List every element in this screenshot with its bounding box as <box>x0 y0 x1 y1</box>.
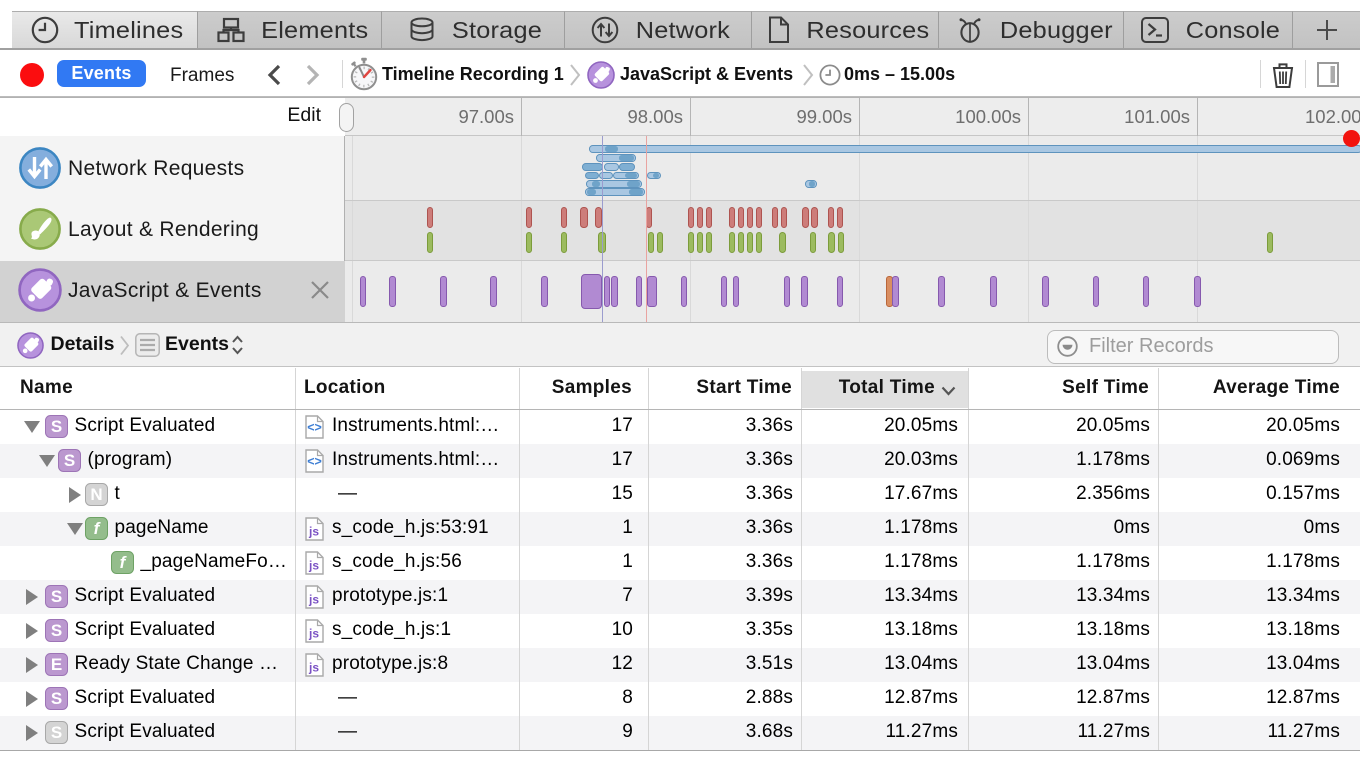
svg-text:js: js <box>308 660 319 674</box>
svg-text:js: js <box>308 524 319 538</box>
svg-text:js: js <box>308 626 319 640</box>
svg-text:<>: <> <box>307 454 322 468</box>
svg-text:js: js <box>308 558 319 572</box>
svg-text:js: js <box>308 592 319 606</box>
svg-text:<>: <> <box>307 420 322 434</box>
